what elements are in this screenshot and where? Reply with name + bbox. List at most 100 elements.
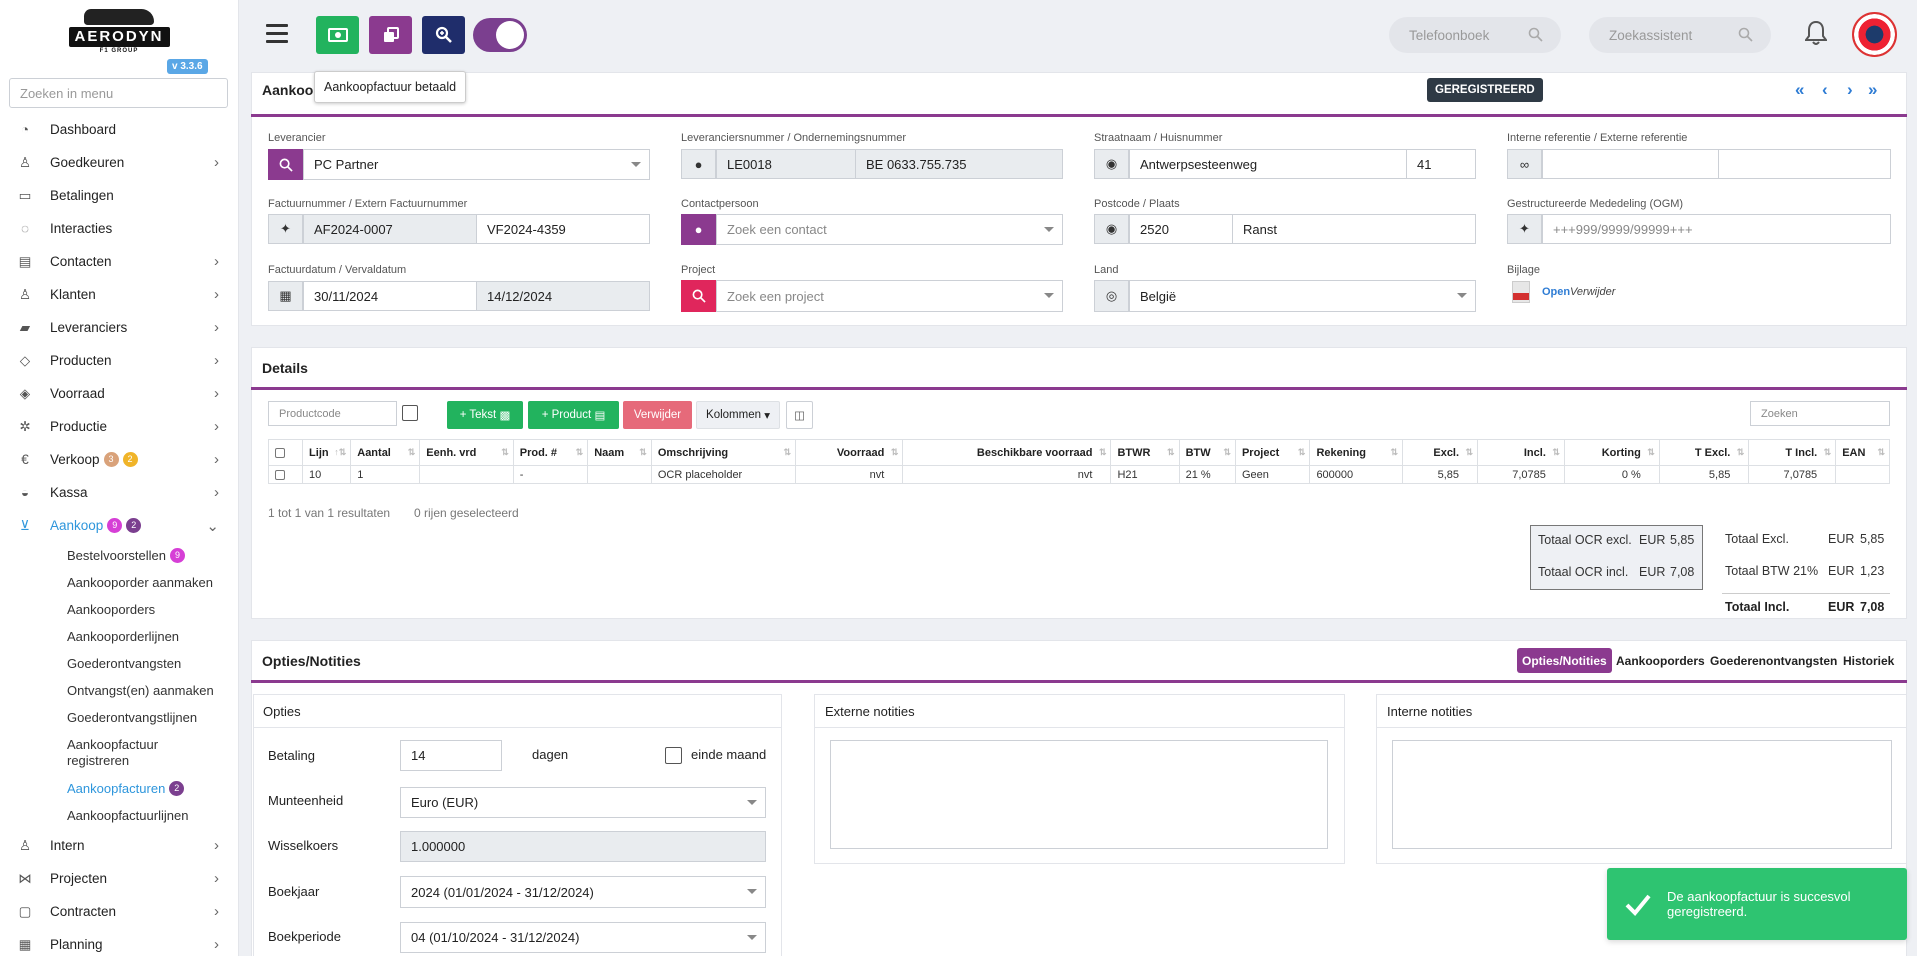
add-text-button[interactable]: + Tekst ▩ bbox=[447, 401, 523, 429]
column-header[interactable]: Excl. ⇅ bbox=[1401, 439, 1479, 466]
column-header[interactable]: Korting ⇅ bbox=[1563, 439, 1660, 466]
table-row[interactable]: 10 1- OCR placeholder nvt nvt H21 21 % Geen 6000… bbox=[267, 465, 1890, 484]
delete-lines-button[interactable]: Verwijder bbox=[623, 401, 692, 429]
tab-aankooporders[interactable]: Aankooporders bbox=[1611, 648, 1710, 673]
external-notes-textarea[interactable] bbox=[830, 740, 1328, 849]
submenu-item[interactable]: Aankooporder aanmaken bbox=[0, 569, 238, 596]
sidebar-item-aankoop[interactable]: ⊻ Aankoop 9 2 ⌄ bbox=[0, 509, 238, 542]
payment-days-field[interactable]: 14 bbox=[400, 740, 502, 771]
sidebar-item-dashboard[interactable]: ◔ Dashboard bbox=[0, 113, 238, 146]
end-of-month-checkbox[interactable] bbox=[665, 747, 682, 764]
submenu-item[interactable]: Goederontvangstlijnen bbox=[0, 704, 238, 731]
supplier-number-field[interactable]: LE0018 bbox=[716, 149, 856, 179]
column-header[interactable]: Lijn ↑⇅ bbox=[302, 439, 352, 466]
success-toast[interactable]: De aankoopfactuur is succesvol geregistre… bbox=[1607, 868, 1907, 940]
bell-icon[interactable] bbox=[1805, 20, 1827, 46]
submenu-item[interactable]: Aankooporderlijnen bbox=[0, 623, 238, 650]
column-header[interactable]: Omschrijving ⇅ bbox=[650, 439, 797, 466]
submenu-item[interactable]: Bestelvoorstellen 9 bbox=[0, 542, 238, 569]
contact-person-button[interactable]: ● bbox=[681, 214, 716, 245]
submenu-item[interactable]: Goederontvangsten bbox=[0, 650, 238, 677]
sidebar-item-contracten[interactable]: ▢ Contracten › bbox=[0, 895, 238, 928]
sidebar-item-intern[interactable]: ♙ Intern › bbox=[0, 829, 238, 862]
sidebar-item-kassa[interactable]: ◒ Kassa › bbox=[0, 476, 238, 509]
next-record-icon[interactable]: › bbox=[1847, 80, 1853, 100]
assistant-search[interactable]: Zoekassistent bbox=[1589, 17, 1771, 53]
pdf-file-icon[interactable] bbox=[1512, 281, 1530, 303]
submenu-item[interactable]: Ontvangst(en) aanmaken bbox=[0, 677, 238, 704]
column-header[interactable]: Prod. # ⇅ bbox=[512, 439, 589, 466]
postcode-field[interactable]: 2520 bbox=[1129, 214, 1233, 244]
project-search-button[interactable] bbox=[681, 280, 716, 312]
street-field[interactable]: Antwerpsesteenweg bbox=[1129, 149, 1407, 179]
company-number-field[interactable]: BE 0633.755.735 bbox=[855, 149, 1063, 179]
sidebar-item-projecten[interactable]: ⋈ Projecten › bbox=[0, 862, 238, 895]
sidebar-item-producten[interactable]: ◇ Producten › bbox=[0, 344, 238, 377]
due-date-field[interactable]: 14/12/2024 bbox=[476, 281, 650, 311]
external-reference-field[interactable] bbox=[1718, 149, 1891, 179]
previous-record-icon[interactable]: ‹ bbox=[1822, 80, 1828, 100]
currency-select[interactable]: Euro (EUR) bbox=[400, 787, 766, 818]
open-attachment-link[interactable]: Open bbox=[1542, 286, 1570, 298]
invoice-number-field[interactable]: AF2024-0007 bbox=[303, 214, 477, 244]
sidebar-item-productie[interactable]: ✲ Productie › bbox=[0, 410, 238, 443]
table-search-input[interactable]: Zoeken bbox=[1750, 401, 1890, 426]
column-header[interactable]: Naam ⇅ bbox=[587, 439, 652, 466]
sidebar-item-interacties[interactable]: ◌ Interacties bbox=[0, 212, 238, 245]
sidebar-item-planning[interactable]: ▦ Planning › bbox=[0, 928, 238, 956]
city-field[interactable]: Ranst bbox=[1232, 214, 1476, 244]
column-header[interactable]: Aantal ⇅ bbox=[350, 439, 421, 466]
project-select[interactable]: Zoek een project bbox=[716, 280, 1063, 312]
column-header[interactable]: Voorraad ⇅ bbox=[795, 439, 904, 466]
country-select[interactable]: België bbox=[1129, 280, 1476, 312]
submenu-item[interactable]: Aankoopfactuur registreren bbox=[0, 731, 238, 775]
supplier-select[interactable]: PC Partner bbox=[303, 149, 650, 180]
contact-select[interactable]: Zoek een contact bbox=[716, 214, 1063, 245]
sidebar-item-voorraad[interactable]: ◈ Voorraad › bbox=[0, 377, 238, 410]
sidebar-item-goedkeuren[interactable]: ♙ Goedkeuren › bbox=[0, 146, 238, 179]
column-header[interactable]: Beschikbare voorraad ⇅ bbox=[902, 439, 1112, 466]
invoice-date-field[interactable]: 30/11/2024 bbox=[303, 281, 477, 311]
sidebar-item-betalingen[interactable]: ▭ Betalingen bbox=[0, 179, 238, 212]
column-header[interactable]: T Incl. ⇅ bbox=[1748, 439, 1837, 466]
company-logo[interactable]: AERODYN F1 GROUP bbox=[68, 4, 170, 54]
submenu-item[interactable]: Aankoopfactuurlijnen bbox=[0, 802, 238, 829]
hamburger-menu-icon[interactable] bbox=[266, 24, 288, 43]
fiscal-year-select[interactable]: 2024 (01/01/2024 - 31/12/2024) bbox=[400, 876, 766, 908]
column-header[interactable]: Incl. ⇅ bbox=[1477, 439, 1565, 466]
sidebar-item-verkoop[interactable]: € Verkoop 3 2 › bbox=[0, 443, 238, 476]
supplier-search-button[interactable] bbox=[268, 149, 303, 180]
productcode-input[interactable]: Productcode bbox=[268, 401, 397, 426]
column-header[interactable]: Project ⇅ bbox=[1234, 439, 1311, 466]
sidebar-item-klanten[interactable]: ♙ Klanten › bbox=[0, 278, 238, 311]
tab-historiek[interactable]: Historiek bbox=[1838, 648, 1899, 673]
column-header[interactable]: Eenh. vrd ⇅ bbox=[419, 439, 514, 466]
first-record-icon[interactable]: « bbox=[1795, 80, 1804, 100]
internal-notes-textarea[interactable] bbox=[1392, 740, 1892, 849]
internal-reference-field[interactable] bbox=[1542, 149, 1719, 179]
submenu-item[interactable]: Aankoopfacturen 2 bbox=[0, 775, 238, 802]
period-select[interactable]: 04 (01/10/2024 - 31/12/2024) bbox=[400, 922, 766, 953]
column-header[interactable]: BTW ⇅ bbox=[1178, 439, 1236, 466]
column-header[interactable]: BTWR ⇅ bbox=[1110, 439, 1180, 466]
delete-attachment-link[interactable]: Verwijder bbox=[1570, 286, 1615, 298]
sidebar-item-contacten[interactable]: ▤ Contacten › bbox=[0, 245, 238, 278]
ogm-field[interactable]: +++999/9999/99999+++ bbox=[1542, 214, 1891, 244]
sidebar-item-leveranciers[interactable]: ▰ Leveranciers › bbox=[0, 311, 238, 344]
user-avatar[interactable] bbox=[1852, 12, 1897, 57]
column-header[interactable]: Rekening ⇅ bbox=[1309, 439, 1403, 466]
productcode-checkbox[interactable] bbox=[402, 405, 418, 421]
export-excel-icon[interactable]: ◫ bbox=[786, 401, 813, 429]
columns-dropdown[interactable]: Kolommen ▾ bbox=[696, 401, 780, 429]
mark-paid-button[interactable] bbox=[316, 16, 359, 54]
column-header[interactable]: EAN ⇅ bbox=[1835, 439, 1890, 466]
column-header[interactable]: T Excl. ⇅ bbox=[1658, 439, 1750, 466]
tab-goederenontvangsten[interactable]: Goederenontvangsten bbox=[1705, 648, 1842, 673]
submenu-item[interactable]: Aankooporders bbox=[0, 596, 238, 623]
add-product-button[interactable]: + Product ▤ bbox=[528, 401, 619, 429]
copy-button[interactable] bbox=[369, 16, 412, 54]
tab-opties-notities[interactable]: Opties/Notities bbox=[1517, 648, 1612, 673]
last-record-icon[interactable]: » bbox=[1868, 80, 1877, 100]
menu-search-input[interactable] bbox=[9, 78, 228, 108]
house-number-field[interactable]: 41 bbox=[1406, 149, 1476, 179]
